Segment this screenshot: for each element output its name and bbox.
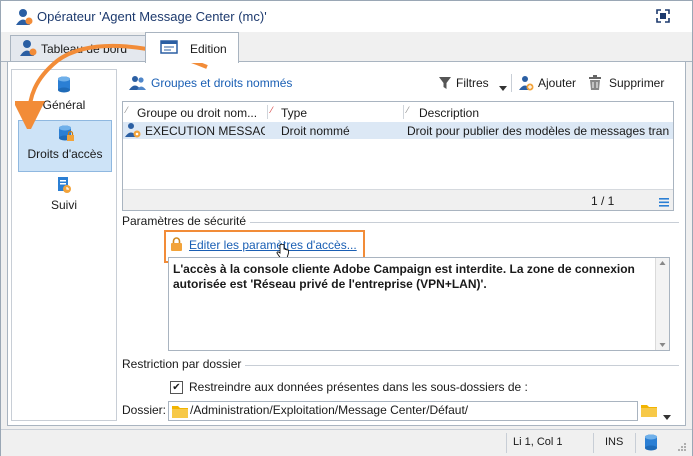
add-button[interactable]: Ajouter — [538, 76, 576, 90]
column-separator — [267, 105, 268, 119]
statusbar-separator — [593, 433, 594, 453]
operator-user-icon — [15, 8, 33, 29]
cursor-position: Li 1, Col 1 — [513, 436, 563, 448]
delete-button[interactable]: Supprimer — [609, 76, 664, 90]
filters-button[interactable]: Filtres — [456, 76, 489, 90]
grid-footer: 1 / 1 — [123, 189, 673, 210]
vertical-scrollbar[interactable] — [655, 258, 669, 350]
document-clock-icon — [56, 176, 72, 197]
column-header-type[interactable]: Type — [281, 106, 307, 120]
lock-icon — [170, 237, 183, 255]
pagination-text: 1 / 1 — [591, 194, 615, 208]
add-user-icon — [518, 75, 534, 94]
column-header-description[interactable]: Description — [419, 106, 479, 120]
cell-description: Droit pour publier des modèles de messag… — [407, 124, 669, 138]
restrict-folders-label: Restreindre aux données présentes dans l… — [189, 380, 528, 394]
list-options-icon[interactable] — [659, 196, 669, 210]
chevron-down-icon[interactable] — [499, 80, 507, 94]
security-description: L'accès à la console cliente Adobe Campa… — [173, 262, 635, 291]
status-bar: Li 1, Col 1 INS — [1, 429, 692, 456]
cell-type: Droit nommé — [281, 124, 350, 138]
filter-icon — [438, 76, 452, 93]
title-bar: Opérateur 'Agent Message Center (mc)' — [1, 1, 692, 32]
folder-path: /Administration/Exploitation/Message Cen… — [190, 403, 469, 417]
folder-restriction-section-label: Restriction par dossier — [122, 357, 246, 371]
tab-edition[interactable]: Edition — [145, 32, 239, 63]
nav-item-suivi-label: Suivi — [50, 198, 77, 212]
folder-label: Dossier: — [122, 403, 167, 417]
maximize-icon[interactable] — [656, 9, 670, 26]
statusbar-separator — [635, 433, 636, 453]
sort-icon: ⁄ — [271, 105, 273, 115]
edit-form-icon — [160, 40, 178, 57]
folder-icon — [172, 404, 188, 421]
security-section-label: Paramètres de sécurité — [122, 214, 251, 228]
insert-mode: INS — [605, 436, 624, 448]
nav-item-droits-acces-label: Droits d'accès — [27, 147, 103, 161]
column-separator — [403, 105, 404, 119]
window-title: Opérateur 'Agent Message Center (mc)' — [37, 9, 267, 24]
chevron-down-icon[interactable] — [663, 409, 671, 423]
folder-input[interactable]: /Administration/Exploitation/Message Cen… — [168, 401, 638, 421]
sort-icon: ⁄ — [407, 105, 409, 115]
restrict-folders-checkbox[interactable]: ✔ — [170, 381, 183, 394]
folder-browse-icon[interactable] — [641, 403, 657, 420]
operator-window: Opérateur 'Agent Message Center (mc)' Ta… — [0, 0, 693, 456]
resize-grip-icon[interactable] — [677, 441, 687, 455]
statusbar-separator — [506, 433, 507, 453]
tab-edition-label: Edition — [190, 42, 227, 56]
toolbar-separator — [511, 74, 512, 92]
trash-icon — [588, 75, 602, 94]
edit-access-link[interactable]: Editer les paramètres d'accès... — [189, 238, 357, 252]
nav-item-suivi[interactable]: Suivi — [18, 174, 110, 224]
security-description-field[interactable]: L'accès à la console cliente Adobe Campa… — [168, 257, 670, 351]
database-icon — [643, 434, 659, 455]
